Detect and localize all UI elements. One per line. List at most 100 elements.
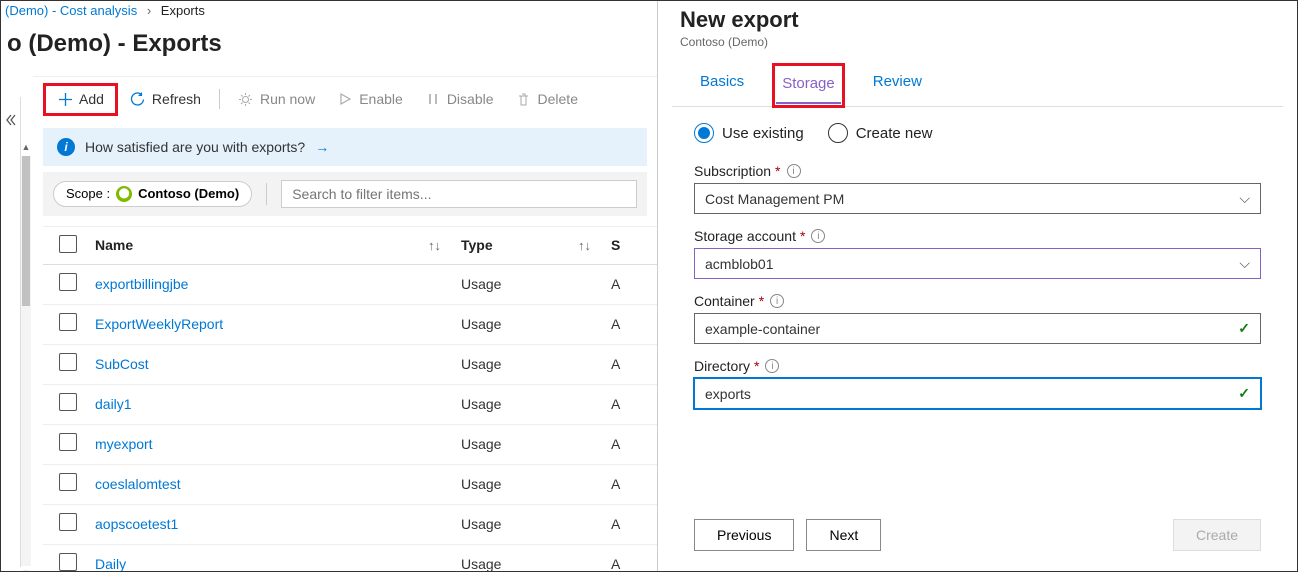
table-row[interactable]: daily1UsageA	[43, 385, 657, 425]
scope-pill[interactable]: Scope : ⬤ Contoso (Demo)	[53, 181, 252, 207]
row-checkbox[interactable]	[59, 273, 77, 291]
scope-value: Contoso (Demo)	[138, 186, 239, 201]
export-link[interactable]: myexport	[95, 436, 153, 452]
export-link[interactable]: SubCost	[95, 356, 149, 372]
row-type: Usage	[461, 316, 611, 332]
radio-circle-icon	[694, 123, 714, 143]
row-checkbox[interactable]	[59, 393, 77, 411]
row-type: Usage	[461, 276, 611, 292]
row-s: A	[611, 356, 641, 372]
checkmark-icon: ✓	[1238, 385, 1250, 402]
breadcrumb-exports: Exports	[161, 3, 205, 18]
export-link[interactable]: aopscoetest1	[95, 516, 178, 532]
info-icon[interactable]: i	[770, 294, 784, 308]
pane-footer: Previous Next Create	[658, 503, 1297, 571]
export-link[interactable]: exportbillingjbe	[95, 276, 188, 292]
row-s: A	[611, 436, 641, 452]
plus-icon	[57, 91, 73, 107]
export-link[interactable]: coeslalomtest	[95, 476, 181, 492]
table-row[interactable]: coeslalomtestUsageA	[43, 465, 657, 505]
refresh-button[interactable]: Refresh	[120, 87, 211, 111]
scrollbar-thumb[interactable]	[22, 156, 30, 306]
next-button[interactable]: Next	[806, 519, 881, 551]
run-now-button[interactable]: Run now	[228, 87, 325, 111]
row-s: A	[611, 316, 641, 332]
storage-form: Subscription*i Cost Management PM ⌵ Stor…	[658, 159, 1297, 427]
breadcrumb: (Demo) - Cost analysis › Exports	[1, 1, 657, 20]
row-s: A	[611, 396, 641, 412]
feedback-text: How satisfied are you with exports?	[85, 139, 305, 155]
scope-label: Scope :	[66, 186, 110, 201]
run-now-label: Run now	[260, 91, 315, 107]
row-checkbox[interactable]	[59, 473, 77, 491]
radio-use-existing[interactable]: Use existing	[694, 123, 804, 143]
storage-mode-radio-group: Use existing Create new	[658, 107, 1297, 159]
table-row[interactable]: exportbillingjbeUsageA	[43, 265, 657, 305]
tab-review[interactable]: Review	[867, 67, 928, 106]
tab-storage[interactable]: Storage	[776, 67, 841, 104]
info-icon[interactable]: i	[811, 229, 825, 243]
export-link[interactable]: ExportWeeklyReport	[95, 316, 223, 332]
scroll-up-icon[interactable]: ▲	[21, 142, 31, 154]
info-icon[interactable]: i	[765, 359, 779, 373]
search-input[interactable]	[281, 180, 637, 208]
page-title: o (Demo) - Exports	[1, 20, 657, 76]
delete-label: Delete	[538, 91, 578, 107]
toolbar-separator	[219, 89, 220, 109]
chevron-down-icon: ⌵	[1239, 255, 1250, 272]
storage-account-label: Storage account*i	[694, 228, 1261, 244]
table-row[interactable]: SubCost UsageA	[43, 345, 657, 385]
radio-create-new[interactable]: Create new	[828, 123, 933, 143]
sidebar-scrollbar[interactable]: ▲ ▼	[21, 156, 31, 566]
col-name-header[interactable]: Name	[95, 237, 133, 253]
table-header: Name ↑↓ Type ↑↓ S	[43, 226, 657, 265]
chevron-down-icon: ⌵	[1239, 190, 1250, 207]
radio-circle-icon	[828, 123, 848, 143]
info-icon[interactable]: i	[787, 164, 801, 178]
table-row[interactable]: myexportUsageA	[43, 425, 657, 465]
row-checkbox[interactable]	[59, 513, 77, 531]
chevron-left-double-icon	[4, 113, 18, 127]
checkmark-icon: ✓	[1238, 320, 1250, 337]
feedback-bar[interactable]: i How satisfied are you with exports? →	[43, 128, 647, 166]
subscription-dropdown[interactable]: Cost Management PM ⌵	[694, 183, 1261, 214]
row-checkbox[interactable]	[59, 553, 77, 571]
directory-label: Directory*i	[694, 358, 1261, 374]
row-type: Usage	[461, 476, 611, 492]
scroll-down-icon[interactable]: ▼	[21, 568, 31, 571]
select-all-checkbox[interactable]	[59, 235, 77, 253]
breadcrumb-cost-analysis[interactable]: (Demo) - Cost analysis	[5, 3, 137, 18]
col-type-header[interactable]: Type	[461, 237, 493, 253]
tab-basics[interactable]: Basics	[694, 67, 750, 106]
add-button[interactable]: Add	[47, 87, 114, 111]
row-type: Usage	[461, 556, 611, 571]
col-s-header: S	[611, 237, 620, 253]
collapse-sidebar-button[interactable]	[1, 97, 21, 567]
sort-icon[interactable]: ↑↓	[578, 238, 591, 253]
toolbar: Add Refresh Run now Enable	[33, 77, 657, 122]
table-row[interactable]: ExportWeeklyReport UsageA	[43, 305, 657, 345]
table-row[interactable]: DailyUsageA	[43, 545, 657, 572]
container-input[interactable]: example-container ✓	[694, 313, 1261, 344]
sort-icon[interactable]: ↑↓	[428, 238, 441, 253]
row-checkbox[interactable]	[59, 353, 77, 371]
pane-title: New export	[680, 7, 1275, 33]
row-checkbox[interactable]	[59, 313, 77, 331]
export-link[interactable]: daily1	[95, 396, 132, 412]
export-link[interactable]: Daily	[95, 556, 126, 571]
directory-input[interactable]: exports ✓	[694, 378, 1261, 409]
new-export-pane: New export Contoso (Demo) Basics Storage…	[657, 1, 1297, 571]
directory-value: exports	[705, 386, 751, 402]
row-type: Usage	[461, 356, 611, 372]
delete-button[interactable]: Delete	[506, 87, 588, 111]
previous-button[interactable]: Previous	[694, 519, 794, 551]
storage-account-value: acmblob01	[705, 256, 774, 272]
storage-account-dropdown[interactable]: acmblob01 ⌵	[694, 248, 1261, 279]
pane-tabs: Basics Storage Review	[672, 57, 1283, 107]
enable-button[interactable]: Enable	[327, 87, 413, 111]
disable-button[interactable]: Disable	[415, 87, 504, 111]
refresh-icon	[130, 91, 146, 107]
scope-search-row: Scope : ⬤ Contoso (Demo)	[43, 172, 647, 216]
row-checkbox[interactable]	[59, 433, 77, 451]
table-row[interactable]: aopscoetest1UsageA	[43, 505, 657, 545]
